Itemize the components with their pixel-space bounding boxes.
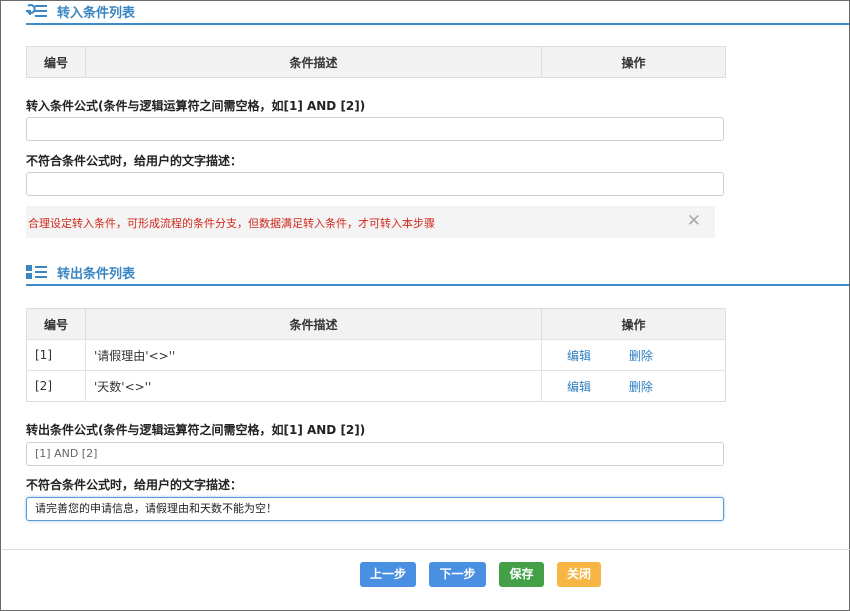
col-id: 编号 (26, 308, 86, 340)
in-formula-label: 转入条件公式(条件与逻辑运算符之间需空格，如[1] AND [2]) (26, 99, 366, 113)
footer-divider (2, 549, 850, 550)
out-formula-label: 转出条件公式(条件与逻辑运算符之间需空格，如[1] AND [2]) (26, 423, 366, 437)
col-ops: 操作 (541, 308, 726, 340)
col-id: 编号 (26, 46, 86, 78)
in-desc-input[interactable] (26, 172, 724, 196)
dialog-frame: 转入条件列表 编号 条件描述 操作 转入条件公式(条件与逻辑运算符之间需空格，如… (0, 0, 850, 611)
in-conditions-title: 转入条件列表 (57, 6, 136, 21)
row-actions: 编辑 删除 (541, 370, 726, 402)
row-id: [1] (26, 339, 86, 371)
edit-link[interactable]: 编辑 (550, 347, 608, 364)
next-step-button[interactable]: 下一步 (429, 562, 486, 587)
out-desc-label: 不符合条件公式时，给用户的文字描述： (26, 478, 243, 492)
col-desc: 条件描述 (85, 46, 542, 78)
out-conditions-header: 转出条件列表 (26, 262, 849, 286)
out-conditions-table: 编号 条件描述 操作 [1] '请假理由'<>'' 编辑 删除 [2] '天数'… (26, 308, 726, 402)
delete-link[interactable]: 删除 (612, 347, 670, 364)
in-conditions-table: 编号 条件描述 操作 (26, 46, 726, 78)
row-desc: '请假理由'<>'' (85, 339, 542, 371)
row-desc: '天数'<>'' (85, 370, 542, 402)
in-desc-label: 不符合条件公式时，给用户的文字描述： (26, 154, 243, 168)
list-icon (26, 265, 47, 279)
in-conditions-header: 转入条件列表 (26, 1, 849, 25)
out-conditions-title: 转出条件列表 (57, 267, 136, 282)
alert-message: 合理设定转入条件，可形成流程的条件分支，但数据满足转入条件，才可转入本步骤 (28, 217, 435, 230)
table-row: [2] '天数'<>'' 编辑 删除 (26, 370, 726, 402)
close-button[interactable]: 关闭 (557, 562, 601, 587)
table-header-row: 编号 条件描述 操作 (26, 308, 726, 340)
info-alert: 合理设定转入条件，可形成流程的条件分支，但数据满足转入条件，才可转入本步骤 ✕ (26, 206, 715, 238)
prev-step-button[interactable]: 上一步 (360, 562, 416, 587)
in-formula-input[interactable] (26, 117, 724, 141)
row-actions: 编辑 删除 (541, 339, 726, 371)
edit-link[interactable]: 编辑 (550, 378, 608, 395)
close-icon[interactable]: ✕ (687, 211, 701, 231)
col-ops: 操作 (541, 46, 726, 78)
table-row: [1] '请假理由'<>'' 编辑 删除 (26, 339, 726, 371)
table-header-row: 编号 条件描述 操作 (26, 46, 726, 78)
list-settings-icon (26, 4, 47, 17)
row-id: [2] (26, 370, 86, 402)
delete-link[interactable]: 删除 (612, 378, 670, 395)
out-desc-input[interactable]: 请完善您的申请信息，请假理由和天数不能为空！ (26, 497, 724, 521)
out-formula-input[interactable]: [1] AND [2] (26, 442, 724, 466)
col-desc: 条件描述 (85, 308, 542, 340)
save-button[interactable]: 保存 (499, 562, 544, 587)
